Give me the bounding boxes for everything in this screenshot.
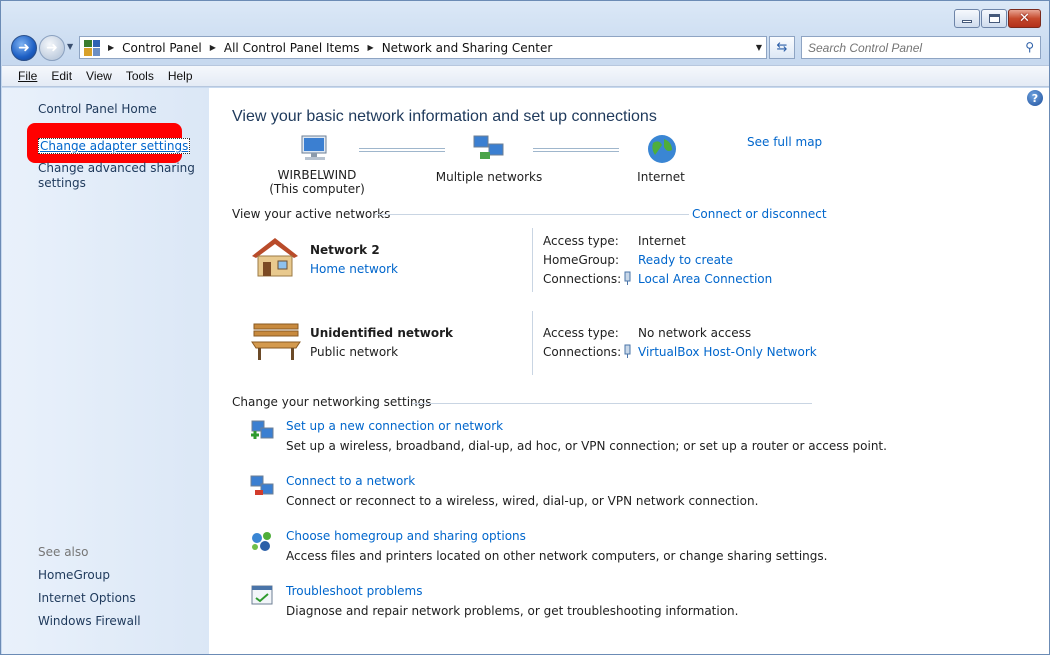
connect-network-desc: Connect or reconnect to a wireless, wire… xyxy=(286,494,759,508)
help-icon[interactable]: ? xyxy=(1027,90,1043,106)
breadcrumb-chevron-icon[interactable]: ▶ xyxy=(210,43,216,52)
change-advanced-sharing-link[interactable]: Change advanced sharing settings xyxy=(38,161,198,191)
homegroup-link[interactable]: Ready to create xyxy=(638,253,733,267)
back-arrow-icon: ➜ xyxy=(18,40,30,56)
see-also-internet-options-link[interactable]: Internet Options xyxy=(38,591,136,605)
troubleshoot-link[interactable]: Troubleshoot problems xyxy=(286,584,422,598)
access-type-label: Access type: xyxy=(543,326,619,340)
troubleshoot-desc: Diagnose and repair network problems, or… xyxy=(286,604,739,618)
connections-label: Connections: xyxy=(543,272,622,286)
connect-disconnect-link[interactable]: Connect or disconnect xyxy=(692,207,827,221)
networks-label: Multiple networks xyxy=(435,170,543,184)
homegroup-sharing-desc: Access files and printers located on oth… xyxy=(286,549,828,563)
close-icon: ✕ xyxy=(1019,11,1030,26)
internet-globe-icon[interactable] xyxy=(646,133,678,165)
maximize-button[interactable] xyxy=(981,9,1007,28)
park-bench-icon[interactable] xyxy=(250,320,302,362)
search-box[interactable]: ⚲ xyxy=(801,36,1041,59)
see-also-windows-firewall-link[interactable]: Windows Firewall xyxy=(38,614,141,628)
connect-network-icon xyxy=(250,475,274,495)
menu-file[interactable]: File xyxy=(18,69,37,83)
refresh-icon: ⇆ xyxy=(776,40,788,55)
internet-label: Internet xyxy=(637,170,685,184)
control-panel-icon xyxy=(84,39,100,56)
computer-name: WIRBELWIND xyxy=(277,168,357,182)
minimize-icon xyxy=(962,20,972,23)
menu-help[interactable]: Help xyxy=(168,69,193,83)
recent-pages-dropdown[interactable]: ▼ xyxy=(67,42,73,51)
menu-bar: File Edit View Tools Help xyxy=(2,65,1049,87)
minimize-button[interactable] xyxy=(954,9,980,28)
divider xyxy=(375,214,689,215)
access-type-label: Access type: xyxy=(543,234,619,248)
vertical-divider xyxy=(532,228,533,292)
ethernet-plug-icon xyxy=(624,344,631,358)
vertical-divider xyxy=(532,311,533,375)
menu-view[interactable]: View xyxy=(86,69,112,83)
connections-label: Connections: xyxy=(543,345,622,359)
breadcrumb-chevron-icon[interactable]: ▶ xyxy=(108,43,114,52)
control-panel-home-link[interactable]: Control Panel Home xyxy=(38,102,157,116)
setup-connection-desc: Set up a wireless, broadband, dial-up, a… xyxy=(286,439,887,453)
network-name: Unidentified network xyxy=(310,326,453,340)
access-type-value: No network access xyxy=(638,326,752,340)
caption-buttons: ✕ xyxy=(953,9,1041,28)
active-networks-header: View your active networks xyxy=(232,207,391,221)
breadcrumb-all-items[interactable]: All Control Panel Items xyxy=(224,41,360,55)
multiple-networks-icon[interactable] xyxy=(472,134,506,164)
change-settings-header: Change your networking settings xyxy=(232,395,432,409)
breadcrumb-chevron-icon[interactable]: ▶ xyxy=(368,43,374,52)
network-name: Network 2 xyxy=(310,243,380,257)
left-navigation-pane: Control Panel Home Change adapter settin… xyxy=(2,88,209,654)
breadcrumb-network-sharing[interactable]: Network and Sharing Center xyxy=(382,41,553,55)
access-type-value: Internet xyxy=(638,234,686,248)
setup-connection-link[interactable]: Set up a new connection or network xyxy=(286,419,503,433)
search-icon[interactable]: ⚲ xyxy=(1025,40,1034,54)
new-connection-icon xyxy=(251,420,274,439)
homegroup-label: HomeGroup: xyxy=(543,253,620,267)
menu-tools[interactable]: Tools xyxy=(126,69,154,83)
local-area-connection-link[interactable]: Local Area Connection xyxy=(638,272,772,286)
connect-network-link[interactable]: Connect to a network xyxy=(286,474,415,488)
maximize-icon xyxy=(988,14,1000,23)
forward-button[interactable]: ➜ xyxy=(39,35,65,61)
map-connector xyxy=(359,148,445,152)
divider xyxy=(412,403,812,404)
forward-arrow-icon: ➜ xyxy=(46,40,58,56)
see-full-map-link[interactable]: See full map xyxy=(747,135,822,149)
homegroup-sharing-link[interactable]: Choose homegroup and sharing options xyxy=(286,529,526,543)
computer-sub: (This computer) xyxy=(269,182,365,196)
map-connector xyxy=(533,148,619,152)
close-button[interactable]: ✕ xyxy=(1008,9,1041,28)
computer-icon[interactable] xyxy=(299,134,331,164)
network-type-link[interactable]: Home network xyxy=(310,262,398,276)
menu-edit[interactable]: Edit xyxy=(51,69,72,83)
main-content: ? View your basic network information an… xyxy=(209,88,1049,654)
page-title: View your basic network information and … xyxy=(232,108,657,125)
window: ✕ ➜ ➜ ▼ ▶ Control Panel ▶ All Control Pa… xyxy=(0,0,1050,655)
troubleshoot-icon xyxy=(251,585,273,605)
homegroup-icon xyxy=(252,532,271,551)
home-network-icon[interactable] xyxy=(250,236,300,280)
see-also-homegroup-link[interactable]: HomeGroup xyxy=(38,568,110,582)
address-bar[interactable]: ▶ Control Panel ▶ All Control Panel Item… xyxy=(79,36,767,59)
address-dropdown-icon[interactable]: ▼ xyxy=(756,43,762,52)
back-button[interactable]: ➜ xyxy=(11,35,37,61)
search-input[interactable] xyxy=(802,37,1012,58)
see-also-heading: See also xyxy=(38,545,89,559)
ethernet-plug-icon xyxy=(624,271,631,285)
change-adapter-settings-link[interactable]: Change adapter settings xyxy=(38,138,191,154)
computer-label: WIRBELWIND (This computer) xyxy=(267,168,367,196)
network-type: Public network xyxy=(310,345,399,359)
virtualbox-connection-link[interactable]: VirtualBox Host-Only Network xyxy=(638,345,817,359)
breadcrumb-control-panel[interactable]: Control Panel xyxy=(122,41,202,55)
refresh-button[interactable]: ⇆ xyxy=(769,36,795,59)
